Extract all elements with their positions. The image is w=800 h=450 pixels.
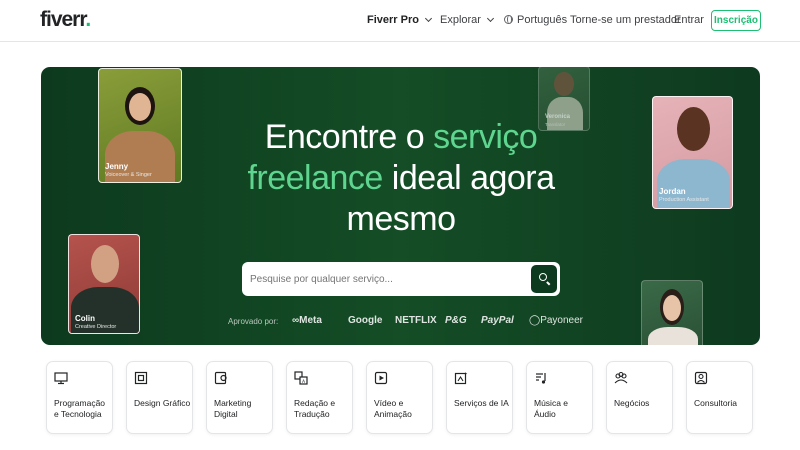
search-button[interactable] (531, 265, 557, 293)
profile-card-jenny[interactable]: Jenny Voiceover & Singer (98, 68, 182, 183)
design-icon (134, 371, 148, 385)
brand-pg: P&G (445, 315, 467, 326)
category-ai-services[interactable]: ✦ Serviços de IA (446, 361, 513, 434)
profile-card-colin[interactable]: Colin Creative Director (68, 234, 140, 334)
marketing-icon (214, 371, 227, 385)
svg-text:✦: ✦ (464, 372, 468, 378)
category-music-audio[interactable]: Música e Áudio (526, 361, 593, 434)
category-digital-marketing[interactable]: Marketing Digital (206, 361, 273, 434)
category-writing-translation[interactable]: A Redação e Tradução (286, 361, 353, 434)
become-seller-link[interactable]: Torne-se um prestador (570, 14, 681, 26)
trusted-by-label: Aprovado por: (228, 317, 279, 326)
category-consulting[interactable]: Consultoria (686, 361, 753, 434)
brand-payoneer: ◯Payoneer (529, 315, 583, 326)
hero-title: Encontre o serviço freelance ideal agora… (247, 118, 555, 238)
monitor-icon (54, 372, 68, 385)
sign-in-link[interactable]: Entrar (674, 14, 704, 26)
search-icon (539, 273, 547, 281)
fiverr-logo[interactable]: fiverr. (40, 8, 91, 32)
category-programming[interactable]: Programação e Tecnologia (46, 361, 113, 434)
join-button[interactable]: Inscrição (711, 10, 761, 31)
search-input[interactable] (250, 262, 520, 296)
chevron-down-icon (424, 14, 433, 23)
business-icon (614, 371, 628, 384)
category-business[interactable]: Negócios (606, 361, 673, 434)
music-icon (536, 373, 546, 384)
translation-icon: A (294, 371, 308, 385)
consulting-icon (694, 371, 708, 385)
ai-icon: ✦ (454, 372, 468, 385)
profile-card-jordan[interactable]: Jordan Production Assistant (652, 96, 733, 209)
brand-meta: ∞Meta (292, 315, 322, 326)
chevron-down-icon (486, 14, 495, 23)
explore-menu[interactable]: Explorar (440, 14, 495, 26)
globe-icon (504, 15, 513, 24)
category-graphic-design[interactable]: Design Gráfico (126, 361, 193, 434)
search-bar (242, 262, 560, 296)
video-icon (374, 371, 388, 385)
category-video-animation[interactable]: Vídeo e Animação (366, 361, 433, 434)
brand-google: Google (348, 315, 383, 326)
top-navbar: fiverr. Fiverr Pro Explorar Português To… (0, 0, 800, 42)
fiverr-pro-menu[interactable]: Fiverr Pro (367, 14, 433, 26)
hero-banner: Jenny Voiceover & Singer Veronica Transl… (41, 67, 760, 345)
brand-paypal: PayPal (481, 315, 514, 326)
brand-netflix: NETFLIX (395, 315, 437, 326)
profile-card-partial[interactable] (641, 280, 703, 345)
language-selector[interactable]: Português (504, 14, 567, 26)
